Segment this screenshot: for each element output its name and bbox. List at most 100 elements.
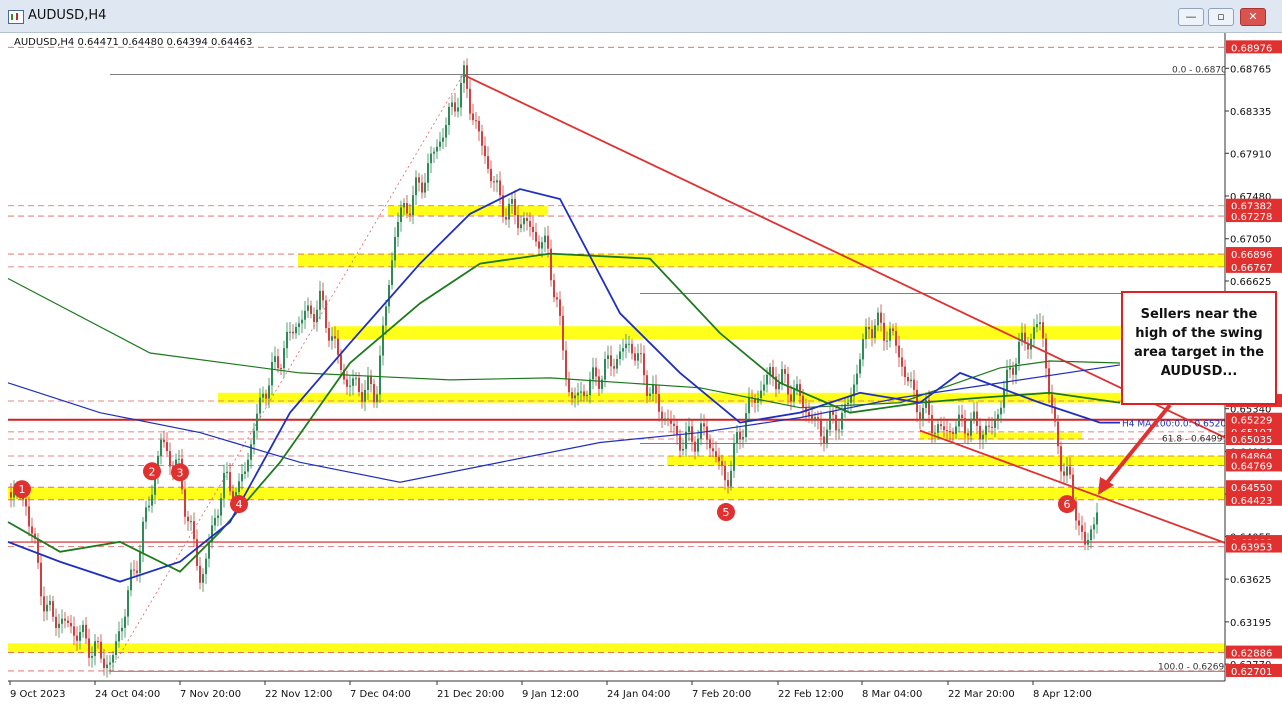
candle-body: [376, 394, 378, 403]
candle-body: [415, 177, 417, 196]
swing-marker-label: 3: [177, 466, 184, 479]
price-tag-label: 0.66896: [1231, 250, 1272, 261]
candle-body: [889, 328, 891, 341]
candle-body: [346, 379, 348, 387]
candle-body: [691, 426, 693, 442]
candle-body: [1081, 525, 1083, 532]
candle-body: [586, 394, 588, 397]
candle-body: [334, 336, 336, 339]
candle-body: [649, 393, 651, 396]
time-tick-label: 24 Jan 04:00: [607, 689, 670, 700]
price-chart[interactable]: AUDUSD,H4 0.64471 0.64480 0.64394 0.6446…: [0, 33, 1282, 716]
candle-body: [370, 375, 372, 385]
candle-body: [658, 393, 660, 412]
candle-body: [625, 343, 627, 349]
candle-body: [472, 113, 474, 121]
candle-body: [820, 419, 822, 437]
candle-body: [259, 397, 261, 414]
candle-body: [568, 378, 570, 393]
minimize-button[interactable]: —: [1178, 8, 1204, 26]
candle-body: [1069, 466, 1071, 475]
candle-body: [421, 182, 423, 193]
candle-body: [250, 444, 252, 460]
candle-body: [313, 314, 315, 323]
candle-body: [463, 65, 465, 83]
candle-body: [802, 395, 804, 408]
candle-body: [58, 623, 60, 628]
candle-body: [520, 224, 522, 229]
candle-body: [559, 299, 561, 316]
candle-body: [61, 618, 63, 624]
candle-body: [763, 384, 765, 391]
support-resistance-zone: [667, 455, 1225, 466]
candle-body: [772, 367, 774, 377]
support-resistance-zone: [332, 326, 1225, 340]
candle-body: [577, 392, 579, 396]
candle-body: [1078, 520, 1080, 526]
candle-body: [916, 389, 918, 413]
candle-body: [532, 226, 534, 232]
candle-body: [1045, 338, 1047, 369]
candle-body: [646, 375, 648, 396]
candle-body: [859, 359, 861, 374]
candle-body: [934, 432, 936, 434]
candle-body: [49, 601, 51, 605]
candle-body: [112, 654, 114, 663]
candle-body: [1051, 394, 1053, 408]
candle-body: [247, 459, 249, 472]
candle-body: [640, 353, 642, 355]
candle-body: [163, 439, 165, 443]
candle-body: [226, 472, 228, 474]
platform-window: AUDUSD,H4 — ▫ ✕ AUDUSD,H4 0.64471 0.6448…: [0, 0, 1282, 716]
candle-body: [202, 574, 204, 583]
candle-body: [379, 355, 381, 395]
candle-body: [562, 315, 564, 351]
time-tick-label: 22 Mar 20:00: [948, 689, 1015, 700]
candle-body: [670, 420, 672, 424]
candle-body: [103, 658, 105, 668]
candle-body: [583, 391, 585, 397]
candle-body: [835, 414, 837, 431]
candle-body: [205, 558, 207, 575]
candle-body: [499, 180, 501, 196]
candle-body: [400, 207, 402, 222]
support-resistance-zone: [8, 643, 1225, 653]
candle-body: [427, 163, 429, 183]
candle-body: [67, 620, 69, 624]
candle-body: [898, 345, 900, 358]
candle-body: [418, 177, 420, 183]
candle-body: [118, 631, 120, 642]
fib-label: 0.0 - 0.68701: [1172, 66, 1233, 76]
candle-body: [961, 414, 963, 419]
candle-body: [994, 419, 996, 428]
candle-body: [457, 107, 459, 112]
candle-body: [673, 423, 675, 426]
candle-body: [868, 326, 870, 330]
candle-body: [931, 414, 933, 434]
candle-body: [706, 426, 708, 440]
price-tag-label: 0.68976: [1231, 43, 1272, 54]
candle-body: [208, 542, 210, 559]
candle-body: [733, 443, 735, 471]
candle-body: [862, 339, 864, 360]
candle-body: [799, 384, 801, 396]
candle-body: [709, 439, 711, 449]
candle-body: [433, 151, 435, 154]
candle-body: [1096, 512, 1098, 525]
candle-body: [91, 656, 93, 658]
candle-body: [1009, 367, 1011, 370]
candle-body: [682, 448, 684, 451]
candle-body: [883, 322, 885, 341]
candle-body: [964, 418, 966, 434]
candle-body: [871, 329, 873, 339]
title-bar: AUDUSD,H4 — ▫ ✕: [0, 0, 1282, 33]
swing-marker-label: 2: [149, 465, 156, 478]
candle-body: [886, 340, 888, 342]
candle-body: [637, 353, 639, 361]
fib-label: 61.8 - 0.64991: [1162, 434, 1228, 444]
maximize-button[interactable]: ▫: [1208, 8, 1234, 26]
time-tick-label: 7 Nov 20:00: [180, 689, 241, 700]
candle-body: [64, 618, 66, 621]
close-button[interactable]: ✕: [1240, 8, 1266, 26]
candle-body: [253, 430, 255, 445]
